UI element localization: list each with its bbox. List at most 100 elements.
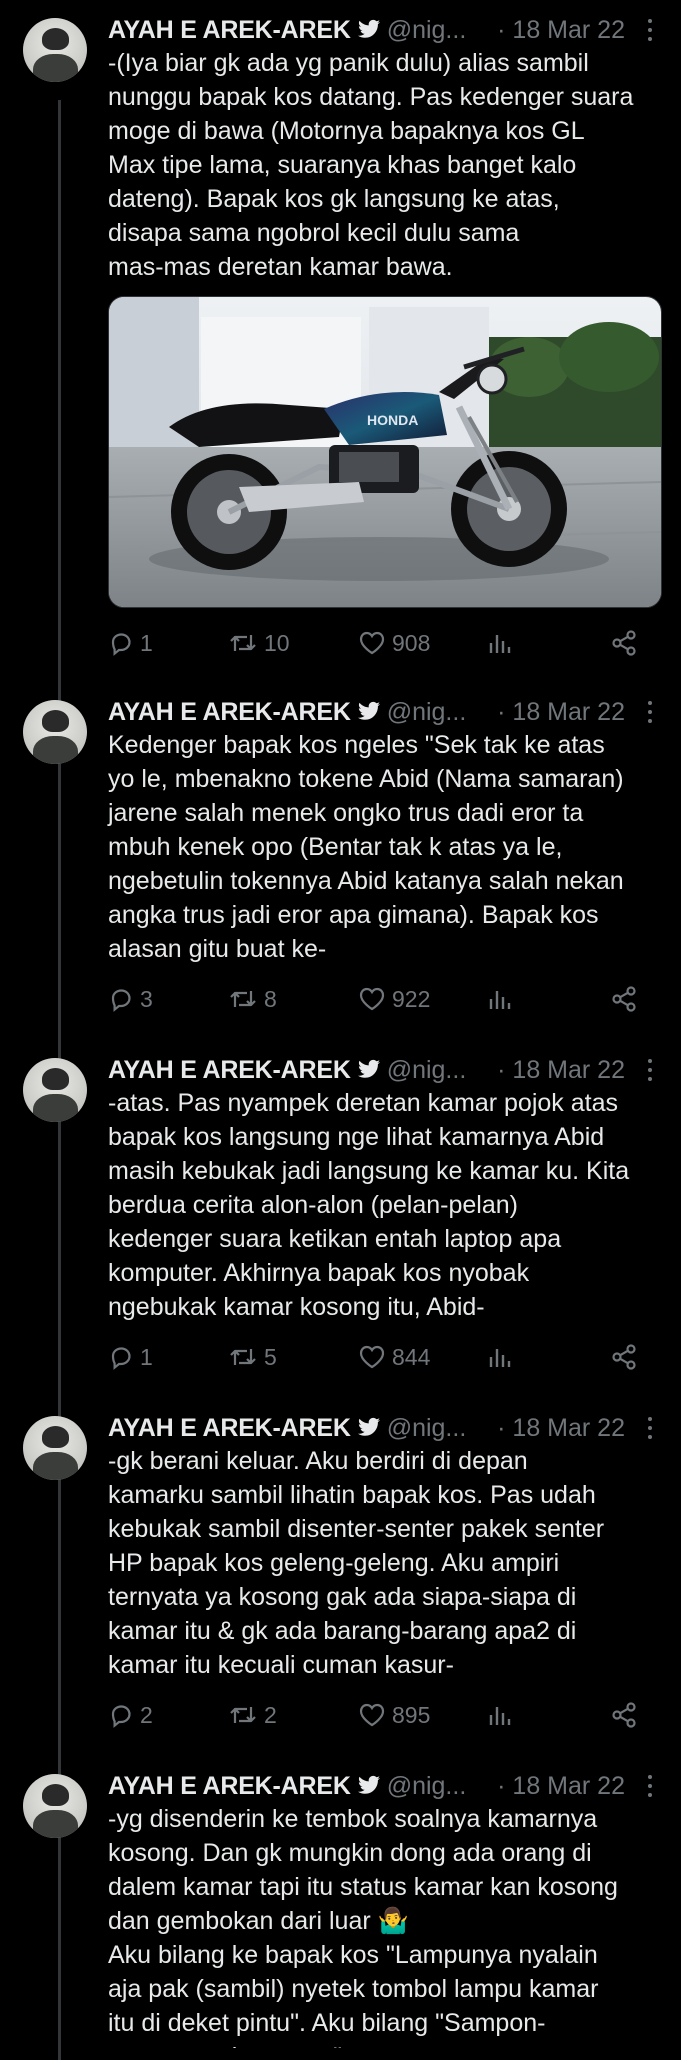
views-icon [489, 1707, 511, 1725]
views-icon [489, 635, 511, 653]
retweet-count: 8 [264, 985, 277, 1012]
reply-icon [111, 633, 131, 656]
tweet-1[interactable]: AYAH E AREK-AREK @nig... · 18 Mar 22 -(Iy… [0, 0, 681, 690]
tweet-date[interactable]: · 18 Mar 22 [497, 1413, 625, 1443]
reply-button[interactable]: 2 [108, 1698, 153, 1732]
retweet-button[interactable]: 10 [228, 626, 290, 660]
tweet-text: -yg disenderin ke tembok soalnya kamarny… [108, 1805, 618, 2048]
tweet-date[interactable]: · 18 Mar 22 [497, 1055, 625, 1085]
tweet-text: -atas. Pas nyampek deretan kamar pojok a… [108, 1089, 630, 1321]
author-name[interactable]: AYAH E AREK-AREK [108, 16, 351, 44]
tweet-text: -(Iya biar gk ada yg panik dulu) alias s… [108, 49, 634, 281]
share-button[interactable] [610, 626, 638, 660]
author-name[interactable]: AYAH E AREK-AREK [108, 698, 351, 726]
tweet-media[interactable]: HONDA [108, 296, 662, 608]
more-icon[interactable] [637, 15, 663, 45]
tweet-header: AYAH E AREK-AREK @nig... · 18 Mar 22 [108, 1771, 663, 1801]
like-count: 908 [392, 629, 431, 656]
author-name[interactable]: AYAH E AREK-AREK [108, 1056, 351, 1084]
views-button[interactable] [486, 626, 512, 660]
reply-count: 3 [140, 985, 153, 1012]
share-button[interactable] [610, 1340, 638, 1374]
like-icon [359, 631, 385, 655]
like-button[interactable]: 922 [358, 982, 430, 1016]
tweet-5[interactable]: AYAH E AREK-AREK @nig... · 18 Mar 22 -yg … [0, 1756, 681, 2048]
avatar[interactable] [23, 1058, 87, 1122]
like-icon [359, 987, 385, 1011]
tweet-actions: 3 8 922 [108, 982, 653, 1016]
author-name[interactable]: AYAH E AREK-AREK [108, 1772, 351, 1800]
like-icon [359, 1345, 385, 1369]
like-count: 895 [392, 1701, 431, 1728]
reply-count: 1 [140, 629, 153, 656]
tweet-2[interactable]: AYAH E AREK-AREK @nig... · 18 Mar 22 Kede… [0, 682, 681, 1040]
retweet-icon [230, 991, 256, 1007]
like-count: 844 [392, 1343, 431, 1370]
retweet-icon [230, 1349, 256, 1365]
views-icon [489, 991, 511, 1009]
author-handle[interactable]: @nig... [387, 1056, 467, 1084]
tweet-header: AYAH E AREK-AREK @nig... · 18 Mar 22 [108, 697, 663, 727]
retweet-count: 5 [264, 1343, 277, 1370]
reply-icon [111, 989, 131, 1012]
more-icon[interactable] [637, 1771, 663, 1801]
reply-button[interactable]: 1 [108, 1340, 153, 1374]
verified-icon [357, 19, 380, 38]
tweet-actions: 2 2 895 [108, 1698, 653, 1732]
avatar[interactable] [23, 1416, 87, 1480]
tweet-actions: 1 5 844 [108, 1340, 653, 1374]
share-button[interactable] [610, 982, 638, 1016]
views-button[interactable] [486, 1698, 512, 1732]
author-handle[interactable]: @nig... [387, 698, 467, 726]
tweet-date[interactable]: · 18 Mar 22 [497, 697, 625, 727]
like-icon [359, 1703, 385, 1727]
tweet-date[interactable]: · 18 Mar 22 [497, 15, 625, 45]
tweet-header: AYAH E AREK-AREK @nig... · 18 Mar 22 [108, 1413, 663, 1443]
retweet-count: 2 [264, 1701, 277, 1728]
author-handle[interactable]: @nig... [387, 1414, 467, 1442]
motorcycle-photo: HONDA [109, 297, 661, 607]
more-icon[interactable] [637, 697, 663, 727]
share-icon [612, 986, 636, 1012]
like-button[interactable]: 895 [358, 1698, 430, 1732]
more-icon[interactable] [637, 1055, 663, 1085]
tweet-3[interactable]: AYAH E AREK-AREK @nig... · 18 Mar 22 -ata… [0, 1040, 681, 1398]
tweet-header: AYAH E AREK-AREK @nig... · 18 Mar 22 [108, 1055, 663, 1085]
verified-icon [357, 1417, 380, 1436]
like-button[interactable]: 908 [358, 626, 430, 660]
retweet-icon [230, 635, 256, 651]
retweet-button[interactable]: 5 [228, 1340, 277, 1374]
share-button[interactable] [610, 1698, 638, 1732]
retweet-button[interactable]: 8 [228, 982, 277, 1016]
avatar[interactable] [23, 18, 87, 82]
author-handle[interactable]: @nig... [387, 16, 467, 44]
avatar[interactable] [23, 1774, 87, 1838]
tweet-text: -gk berani keluar. Aku berdiri di depan … [108, 1447, 605, 1679]
views-icon [489, 1349, 511, 1367]
tweet-4[interactable]: AYAH E AREK-AREK @nig... · 18 Mar 22 -gk … [0, 1398, 681, 1756]
verified-icon [357, 1775, 380, 1794]
reply-count: 2 [140, 1701, 153, 1728]
like-count: 922 [392, 985, 431, 1012]
share-icon [612, 1344, 636, 1370]
like-button[interactable]: 844 [358, 1340, 430, 1374]
share-icon [612, 630, 636, 656]
views-button[interactable] [486, 1340, 512, 1374]
reply-icon [111, 1705, 131, 1728]
author-name[interactable]: AYAH E AREK-AREK [108, 1414, 351, 1442]
tweet-actions: 1 10 908 [108, 626, 653, 660]
views-button[interactable] [486, 982, 512, 1016]
avatar[interactable] [23, 700, 87, 764]
tank-badge: HONDA [367, 412, 418, 428]
tweet-date[interactable]: · 18 Mar 22 [497, 1771, 625, 1801]
reply-button[interactable]: 3 [108, 982, 153, 1016]
author-handle[interactable]: @nig... [387, 1772, 467, 1800]
retweet-count: 10 [264, 629, 290, 656]
reply-count: 1 [140, 1343, 153, 1370]
reply-icon [111, 1347, 131, 1370]
share-icon [612, 1702, 636, 1728]
retweet-button[interactable]: 2 [228, 1698, 277, 1732]
reply-button[interactable]: 1 [108, 626, 153, 660]
more-icon[interactable] [637, 1413, 663, 1443]
retweet-icon [230, 1707, 256, 1723]
